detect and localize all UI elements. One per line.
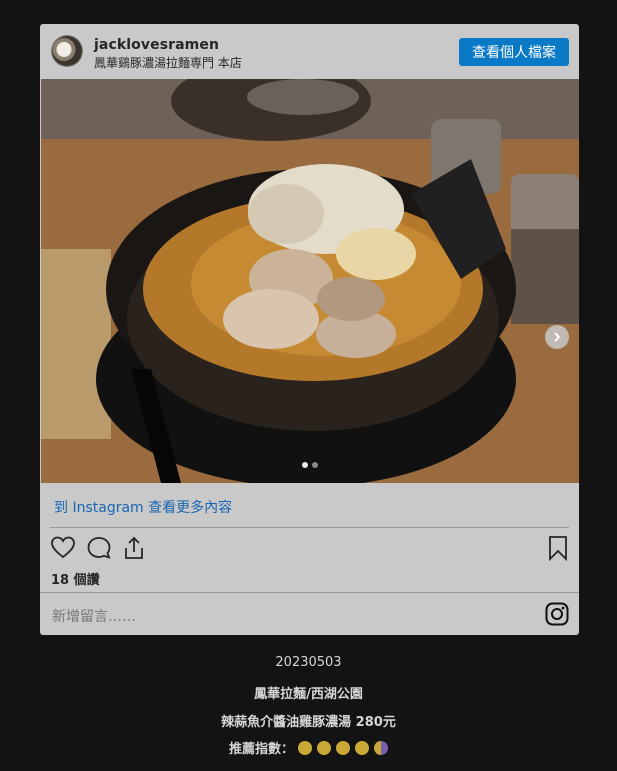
post-date: 20230503 — [275, 655, 342, 670]
carousel-dot — [312, 462, 318, 468]
heart-icon[interactable] — [50, 535, 76, 561]
carousel-next-button[interactable] — [545, 325, 569, 349]
chevron-right-icon — [554, 332, 561, 342]
instagram-embed-card: jacklovesramen 鳳華鷄豚濃湯拉麵専門 本店 查看個人檔案 到 In… — [40, 24, 579, 635]
post-photo[interactable] — [41, 79, 579, 483]
rating-coin-icon — [317, 740, 331, 755]
instagram-icon[interactable] — [545, 602, 569, 626]
divider — [50, 527, 569, 528]
share-icon[interactable] — [121, 535, 147, 561]
comment-icon[interactable] — [86, 535, 112, 561]
view-more-link[interactable]: 到 Instagram 查看更多內容 — [54, 497, 232, 517]
post-actions — [40, 534, 579, 566]
rating-coin-icon — [355, 740, 369, 755]
comment-input[interactable]: 新增留言…… — [52, 606, 136, 626]
ramen-photo — [41, 79, 579, 483]
rating-half-coin-icon — [374, 740, 388, 755]
carousel-indicator — [302, 462, 318, 468]
rating-row: 推薦指數： — [0, 738, 617, 757]
like-count[interactable]: 18 個讚 — [51, 569, 100, 588]
restaurant-name: 鳳華拉麵/西湖公園 — [254, 687, 363, 702]
rating-coin-icon — [336, 740, 350, 755]
avatar[interactable] — [52, 36, 82, 66]
view-profile-button[interactable]: 查看個人檔案 — [459, 38, 569, 66]
post-header: jacklovesramen 鳳華鷄豚濃湯拉麵専門 本店 查看個人檔案 — [40, 24, 579, 79]
rating-coin-icon — [298, 740, 312, 755]
carousel-dot — [302, 462, 308, 468]
bookmark-icon[interactable] — [545, 535, 571, 561]
location[interactable]: 鳳華鷄豚濃湯拉麵専門 本店 — [94, 54, 242, 71]
username[interactable]: jacklovesramen — [94, 37, 219, 53]
dish-name: 辣蒜魚介醬油雞豚濃湯 280元 — [221, 715, 396, 730]
divider — [40, 592, 579, 593]
rating-label: 推薦指數： — [228, 742, 294, 757]
rating-coins — [298, 740, 388, 755]
